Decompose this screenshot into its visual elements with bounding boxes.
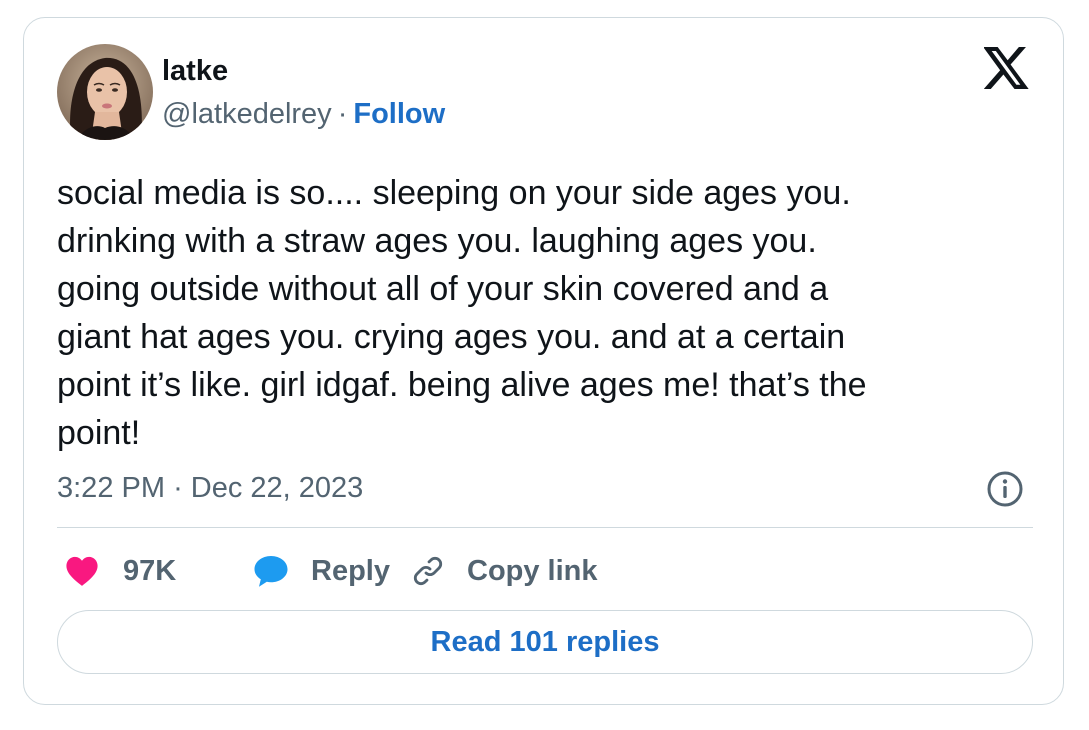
- avatar-photo: [57, 44, 153, 140]
- separator-dot: ·: [337, 98, 348, 130]
- follow-link[interactable]: Follow: [353, 98, 445, 130]
- tweet-embed-card: latke @latkedelrey · Follow social media i…: [23, 17, 1064, 705]
- copy-link-label: Copy link: [467, 554, 598, 587]
- link-icon: [413, 556, 443, 586]
- tweet-timestamp[interactable]: 3:22 PM · Dec 22, 2023: [57, 470, 363, 506]
- reply-button[interactable]: Reply: [253, 549, 390, 593]
- divider: [57, 527, 1033, 528]
- tweet-time: 3:22 PM: [57, 472, 165, 504]
- separator-dot: ·: [173, 472, 183, 504]
- copy-link-button[interactable]: Copy link: [411, 549, 598, 593]
- author-handle[interactable]: @latkedelrey: [162, 98, 332, 130]
- speech-bubble-icon: [254, 556, 288, 587]
- like-button[interactable]: 97K: [65, 549, 176, 593]
- avatar[interactable]: [57, 44, 153, 140]
- tweet-date: Dec 22, 2023: [190, 472, 364, 504]
- x-logo-icon[interactable]: [983, 47, 1030, 89]
- heart-icon: [66, 556, 98, 586]
- reply-label: Reply: [311, 554, 390, 587]
- author-handle-row: @latkedelrey · Follow: [162, 96, 445, 132]
- like-count: 97K: [123, 554, 177, 587]
- author-display-name[interactable]: latke: [162, 53, 228, 89]
- read-replies-label: Read 101 replies: [430, 625, 660, 658]
- info-icon[interactable]: [986, 470, 1024, 508]
- action-bar: 97K Reply Copy link: [57, 549, 1033, 593]
- read-replies-button[interactable]: Read 101 replies: [57, 610, 1033, 674]
- tweet-text: social media is so.... sleeping on your …: [57, 174, 867, 452]
